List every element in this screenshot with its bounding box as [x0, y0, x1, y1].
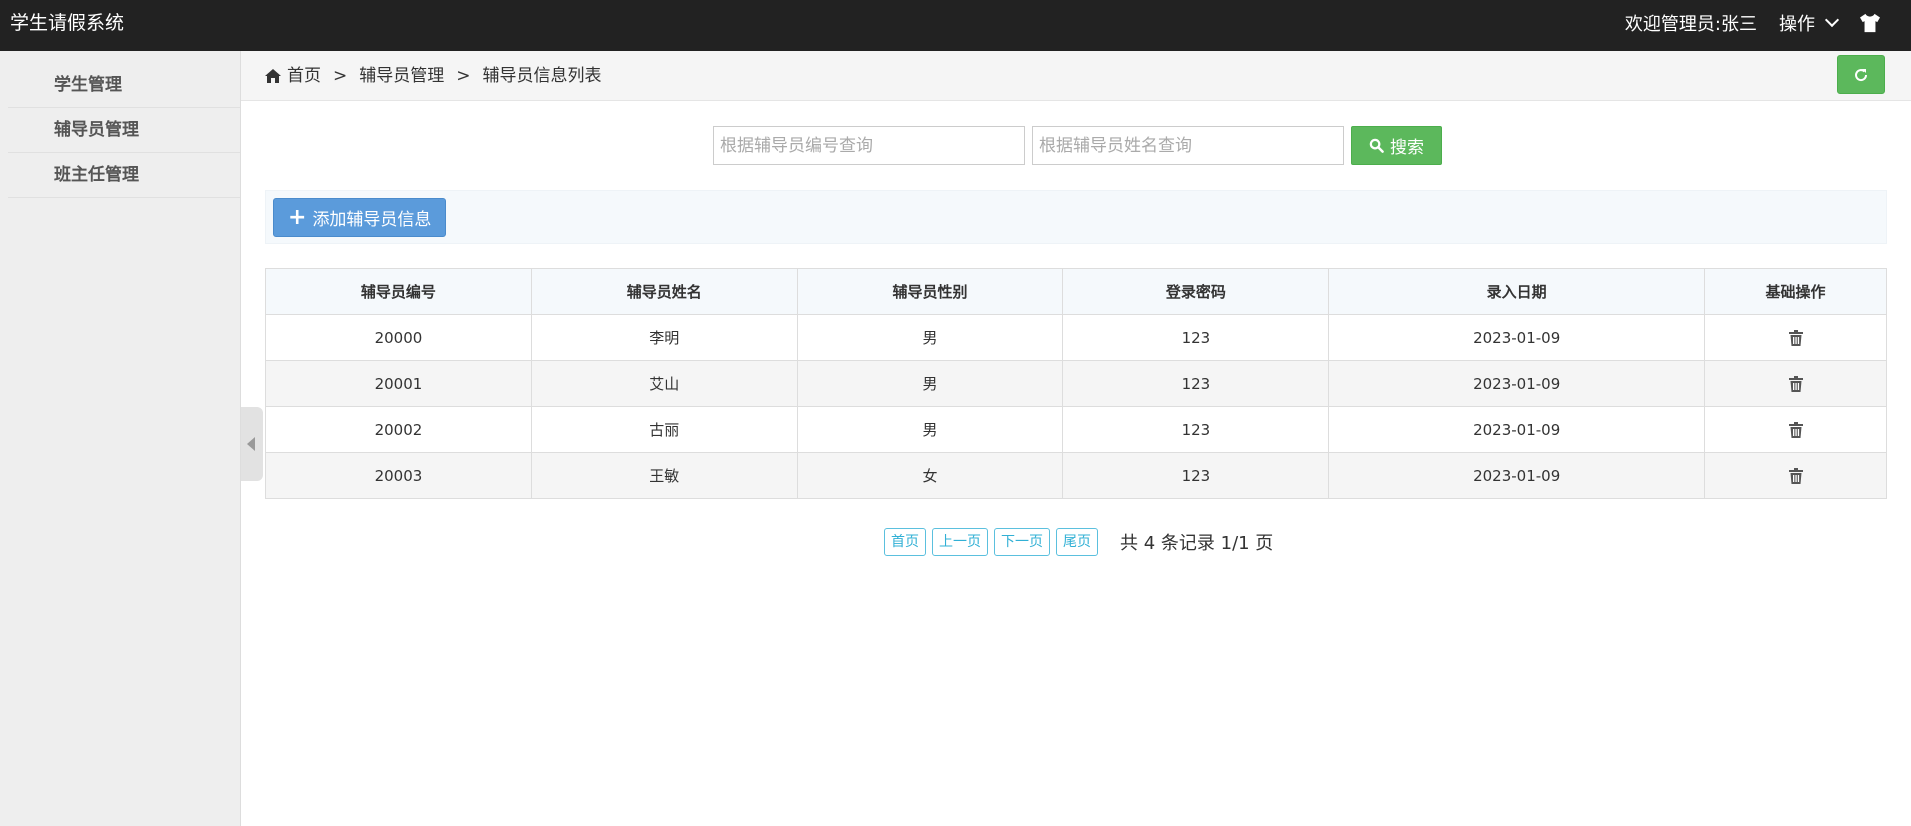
cell-actions	[1704, 314, 1887, 361]
top-bar: 学生请假系统 欢迎管理员:张三 操作	[0, 0, 1911, 51]
home-icon	[265, 69, 281, 83]
app-title: 学生请假系统	[10, 12, 125, 34]
operations-menu[interactable]: 操作	[1779, 10, 1840, 36]
cell-id: 20003	[265, 452, 532, 499]
cell-gender: 男	[796, 406, 1064, 453]
cell-actions	[1704, 360, 1887, 407]
cell-gender: 男	[796, 314, 1064, 361]
table-row: 20000 李明 男 123 2023-01-09	[265, 314, 1887, 361]
cell-id: 20001	[265, 360, 532, 407]
trash-icon[interactable]	[1788, 468, 1803, 484]
cell-date: 2023-01-09	[1328, 360, 1706, 407]
header-login-password: 登录密码	[1062, 268, 1330, 315]
pagination-info: 共 4 条记录 1/1 页	[1120, 533, 1274, 554]
breadcrumb-current: 辅导员信息列表	[482, 66, 602, 86]
trash-icon[interactable]	[1788, 330, 1803, 346]
search-row: 搜索	[713, 126, 1442, 165]
cell-password: 123	[1062, 406, 1330, 453]
sidebar-item-student-management[interactable]: 学生管理	[8, 63, 240, 108]
cell-date: 2023-01-09	[1328, 452, 1706, 499]
pagination: 首页 上一页 下一页 尾页 共 4 条记录 1/1 页	[884, 528, 1273, 556]
table-header-row: 辅导员编号 辅导员姓名 辅导员性别 登录密码 录入日期 基础操作	[265, 268, 1887, 315]
add-counselor-label: 添加辅导员信息	[312, 210, 432, 230]
cell-actions	[1704, 452, 1887, 499]
cell-id: 20002	[265, 406, 532, 453]
search-icon	[1369, 138, 1384, 153]
breadcrumb-separator: >	[456, 66, 471, 86]
sidebar-item-headteacher-management[interactable]: 班主任管理	[8, 153, 240, 198]
trash-icon[interactable]	[1788, 422, 1803, 438]
toolbar: + 添加辅导员信息	[265, 190, 1887, 244]
sidebar-item-label: 学生管理	[54, 75, 122, 95]
refresh-icon	[1855, 68, 1868, 81]
top-bar-right: 欢迎管理员:张三 操作	[1625, 0, 1881, 46]
main-content: 首页 > 辅导员管理 > 辅导员信息列表 搜索 + 添加辅导员信息	[241, 51, 1911, 826]
sidebar: 学生管理 辅导员管理 班主任管理	[0, 51, 241, 826]
breadcrumb-home[interactable]: 首页	[287, 51, 321, 101]
plus-icon: +	[288, 204, 307, 230]
table-row: 20002 古丽 男 123 2023-01-09	[265, 406, 1887, 453]
header-counselor-gender: 辅导员性别	[796, 268, 1064, 315]
cell-date: 2023-01-09	[1328, 406, 1706, 453]
breadcrumb-bar: 首页 > 辅导员管理 > 辅导员信息列表	[241, 51, 1911, 101]
counselor-name-search-input[interactable]	[1032, 126, 1344, 165]
sidebar-item-label: 班主任管理	[54, 165, 139, 185]
sidebar-item-counselor-management[interactable]: 辅导员管理	[8, 108, 240, 153]
cell-name: 王敏	[530, 452, 798, 499]
next-page-button[interactable]: 下一页	[994, 528, 1050, 556]
sidebar-item-label: 辅导员管理	[54, 120, 139, 140]
cell-password: 123	[1062, 452, 1330, 499]
breadcrumb-separator: >	[333, 66, 348, 86]
prev-page-button[interactable]: 上一页	[932, 528, 988, 556]
chevron-down-icon	[1824, 12, 1840, 28]
welcome-text: 欢迎管理员:张三	[1624, 14, 1757, 35]
first-page-button[interactable]: 首页	[884, 528, 926, 556]
breadcrumb: 首页 > 辅导员管理 > 辅导员信息列表	[265, 51, 602, 101]
search-button[interactable]: 搜索	[1351, 126, 1442, 165]
header-actions: 基础操作	[1704, 268, 1887, 315]
table-row: 20001 艾山 男 123 2023-01-09	[265, 360, 1887, 407]
search-button-label: 搜索	[1390, 138, 1424, 158]
cell-password: 123	[1062, 360, 1330, 407]
counselor-table: 辅导员编号 辅导员姓名 辅导员性别 登录密码 录入日期 基础操作 20000 李…	[265, 268, 1887, 499]
breadcrumb-counselor-management[interactable]: 辅导员管理	[359, 51, 444, 101]
cell-date: 2023-01-09	[1328, 314, 1706, 361]
operations-label: 操作	[1779, 14, 1815, 35]
header-counselor-id: 辅导员编号	[265, 268, 532, 315]
cell-name: 艾山	[530, 360, 798, 407]
counselor-id-search-input[interactable]	[713, 126, 1025, 165]
header-counselor-name: 辅导员姓名	[530, 268, 798, 315]
cell-gender: 女	[796, 452, 1064, 499]
trash-icon[interactable]	[1788, 376, 1803, 392]
cell-name: 古丽	[530, 406, 798, 453]
table-row: 20003 王敏 女 123 2023-01-09	[265, 452, 1887, 499]
refresh-button[interactable]	[1837, 55, 1885, 94]
cell-password: 123	[1062, 314, 1330, 361]
header-entry-date: 录入日期	[1328, 268, 1706, 315]
cell-gender: 男	[796, 360, 1064, 407]
cell-name: 李明	[530, 314, 798, 361]
shirt-icon[interactable]	[1859, 13, 1881, 33]
cell-actions	[1704, 406, 1887, 453]
last-page-button[interactable]: 尾页	[1056, 528, 1098, 556]
cell-id: 20000	[265, 314, 532, 361]
add-counselor-button[interactable]: + 添加辅导员信息	[273, 198, 447, 237]
